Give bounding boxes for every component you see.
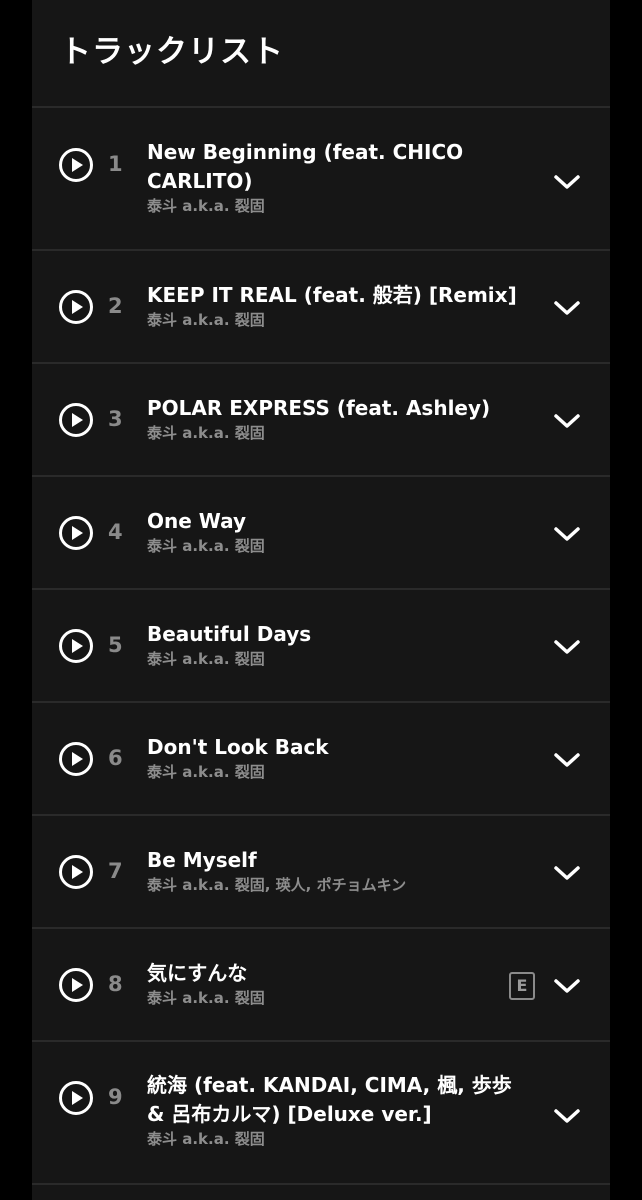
- play-circle-icon[interactable]: [58, 741, 94, 777]
- track-info: Beautiful Days 泰斗 a.k.a. 裂固: [147, 620, 527, 669]
- track-row[interactable]: 4 One Way 泰斗 a.k.a. 裂固: [32, 477, 610, 590]
- chevron-down-icon[interactable]: [552, 172, 582, 192]
- chevron-down-icon[interactable]: [552, 863, 582, 883]
- track-row[interactable]: 1 New Beginning (feat. CHICO CARLITO) 泰斗…: [32, 108, 610, 251]
- page-title: トラックリスト: [60, 34, 284, 70]
- track-artist: 泰斗 a.k.a. 裂固: [147, 650, 265, 668]
- chevron-down-icon[interactable]: [552, 524, 582, 544]
- track-artist: 泰斗 a.k.a. 裂固: [147, 424, 265, 442]
- chevron-down-icon[interactable]: [552, 411, 582, 431]
- track-artist: 泰斗 a.k.a. 裂固: [147, 537, 265, 555]
- track-info: One Way 泰斗 a.k.a. 裂固: [147, 507, 527, 556]
- play-circle-icon[interactable]: [58, 628, 94, 664]
- track-number: 6: [108, 746, 123, 770]
- play-circle-icon[interactable]: [58, 147, 94, 183]
- track-row[interactable]: 2 KEEP IT REAL (feat. 般若) [Remix] 泰斗 a.k…: [32, 251, 610, 364]
- track-info: KEEP IT REAL (feat. 般若) [Remix] 泰斗 a.k.a…: [147, 281, 527, 330]
- track-title: New Beginning (feat. CHICO CARLITO): [147, 140, 464, 193]
- track-row[interactable]: 6 Don't Look Back 泰斗 a.k.a. 裂固: [32, 703, 610, 816]
- track-title: 気にすんな: [147, 961, 248, 985]
- track-title: Beautiful Days: [147, 622, 312, 646]
- track-title: Be Myself: [147, 848, 257, 872]
- track-row[interactable]: 9 統海 (feat. KANDAI, CIMA, 楓, 歩歩 & 呂布カルマ)…: [32, 1042, 610, 1185]
- chevron-down-icon[interactable]: [552, 976, 582, 996]
- chevron-down-icon[interactable]: [552, 637, 582, 657]
- play-circle-icon[interactable]: [58, 854, 94, 890]
- tracklist-header: トラックリスト: [32, 0, 610, 108]
- track-row[interactable]: 7 Be Myself 泰斗 a.k.a. 裂固, 瑛人, ポチョムキン: [32, 816, 610, 929]
- tracklist-panel: トラックリスト 1 New Beginning (feat. CHICO CAR…: [32, 0, 610, 1200]
- track-info: 統海 (feat. KANDAI, CIMA, 楓, 歩歩 & 呂布カルマ) […: [147, 1071, 527, 1149]
- track-number: 9: [108, 1085, 123, 1109]
- track-artist: 泰斗 a.k.a. 裂固: [147, 1130, 265, 1148]
- track-number: 3: [108, 407, 123, 431]
- track-row[interactable]: 8 気にすんな 泰斗 a.k.a. 裂固 E: [32, 929, 610, 1042]
- track-info: 気にすんな 泰斗 a.k.a. 裂固: [147, 959, 527, 1008]
- track-number: 2: [108, 294, 123, 318]
- track-info: Be Myself 泰斗 a.k.a. 裂固, 瑛人, ポチョムキン: [147, 846, 527, 895]
- play-circle-icon[interactable]: [58, 967, 94, 1003]
- chevron-down-icon[interactable]: [552, 298, 582, 318]
- track-title: KEEP IT REAL (feat. 般若) [Remix]: [147, 283, 517, 307]
- track-artist: 泰斗 a.k.a. 裂固: [147, 763, 265, 781]
- play-circle-icon[interactable]: [58, 515, 94, 551]
- track-number: 1: [108, 152, 123, 176]
- track-number: 5: [108, 633, 123, 657]
- track-title: Don't Look Back: [147, 735, 329, 759]
- explicit-badge: E: [509, 972, 535, 1000]
- track-artist: 泰斗 a.k.a. 裂固: [147, 197, 265, 215]
- track-info: Don't Look Back 泰斗 a.k.a. 裂固: [147, 733, 527, 782]
- track-info: POLAR EXPRESS (feat. Ashley) 泰斗 a.k.a. 裂…: [147, 394, 527, 443]
- track-info: New Beginning (feat. CHICO CARLITO) 泰斗 a…: [147, 138, 527, 216]
- track-title: POLAR EXPRESS (feat. Ashley): [147, 396, 491, 420]
- chevron-down-icon[interactable]: [552, 1106, 582, 1126]
- track-artist: 泰斗 a.k.a. 裂固, 瑛人, ポチョムキン: [147, 876, 407, 894]
- play-circle-icon[interactable]: [58, 402, 94, 438]
- track-title: One Way: [147, 509, 247, 533]
- track-row[interactable]: 3 POLAR EXPRESS (feat. Ashley) 泰斗 a.k.a.…: [32, 364, 610, 477]
- track-row[interactable]: 5 Beautiful Days 泰斗 a.k.a. 裂固: [32, 590, 610, 703]
- play-circle-icon[interactable]: [58, 289, 94, 325]
- track-number: 8: [108, 972, 123, 996]
- track-number: 7: [108, 859, 123, 883]
- play-circle-icon[interactable]: [58, 1080, 94, 1116]
- track-artist: 泰斗 a.k.a. 裂固: [147, 989, 265, 1007]
- track-number: 4: [108, 520, 123, 544]
- track-title: 統海 (feat. KANDAI, CIMA, 楓, 歩歩 & 呂布カルマ) […: [147, 1073, 512, 1126]
- track-artist: 泰斗 a.k.a. 裂固: [147, 311, 265, 329]
- chevron-down-icon[interactable]: [552, 750, 582, 770]
